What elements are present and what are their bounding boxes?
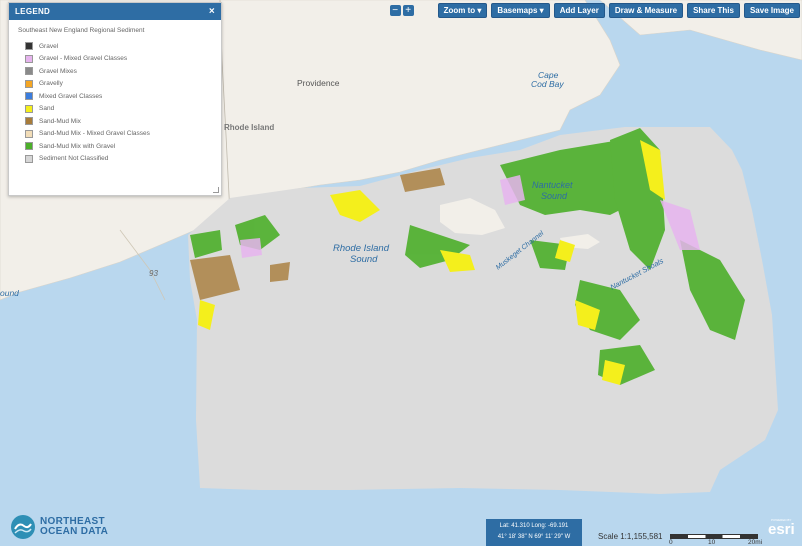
legend-item-label: Gravel <box>39 42 59 50</box>
add-layer-button[interactable]: Add Layer <box>553 3 605 18</box>
legend-item: Sediment Not Classified <box>25 153 221 166</box>
scale-tick-20: 20mi <box>748 539 763 546</box>
save-image-button[interactable]: Save Image <box>743 3 800 18</box>
wave-logo-icon <box>11 515 35 539</box>
brand-line2: OCEAN DATA <box>40 526 109 537</box>
label-nantucket-sound-2: Sound <box>541 191 568 201</box>
label-ri-sound-2: Sound <box>350 254 378 265</box>
basemaps-button[interactable]: Basemaps ▾ <box>491 3 550 18</box>
zoom-in-button[interactable]: + <box>402 5 414 16</box>
coords-decimal: Lat: 41.310 Long: -69.191 <box>499 523 569 529</box>
close-icon[interactable]: × <box>209 6 215 17</box>
legend-swatch <box>25 117 33 126</box>
legend-swatch <box>25 92 33 101</box>
scale-label: Scale 1:1,155,581 <box>598 532 663 541</box>
legend-item: Gravelly <box>25 78 221 91</box>
legend-item: Mixed Gravel Classes <box>25 90 221 103</box>
share-button[interactable]: Share This <box>687 3 740 18</box>
legend-header: LEGEND × <box>9 3 221 20</box>
legend-item-label: Gravel - Mixed Gravel Classes <box>39 55 128 63</box>
legend-item: Gravel Mixes <box>25 65 221 78</box>
legend-item: Sand-Mud Mix - Mixed Gravel Classes <box>25 128 221 141</box>
legend-item-label: Mixed Gravel Classes <box>39 92 103 100</box>
label-cape-cod-bay-2: Cod Bay <box>531 79 564 89</box>
coords-dms: 41° 18' 38" N 69° 11' 29" W <box>497 534 571 540</box>
zoom-controls: − + <box>389 5 414 16</box>
label-rhode-island: Rhode Island <box>224 123 274 132</box>
legend-swatch <box>25 154 33 163</box>
legend-item-label: Sand <box>39 105 55 113</box>
legend-item: Sand <box>25 103 221 116</box>
legend-swatch <box>25 67 33 76</box>
coordinate-readout: Lat: 41.310 Long: -69.191 41° 18' 38" N … <box>486 519 582 546</box>
draw-measure-button[interactable]: Draw & Measure <box>608 3 684 18</box>
legend-item: Gravel - Mixed Gravel Classes <box>25 53 221 66</box>
legend-item-label: Sediment Not Classified <box>39 155 109 163</box>
legend-swatch <box>25 54 33 63</box>
label-nantucket-sound-1: Nantucket <box>532 180 573 190</box>
esri-logo: esri <box>768 521 795 538</box>
legend-panel: LEGEND × Southeast New England Regional … <box>8 2 222 196</box>
legend-item-label: Sand-Mud Mix - Mixed Gravel Classes <box>39 130 150 138</box>
legend-swatch <box>25 142 33 151</box>
legend-item-label: Gravel Mixes <box>39 67 77 75</box>
legend-item-label: Gravelly <box>39 80 63 88</box>
toolbar: − + Zoom to ▾ Basemaps ▾ Add Layer Draw … <box>389 3 800 18</box>
legend-item: Gravel <box>25 40 221 53</box>
scale-tick-10: 10 <box>708 539 716 546</box>
legend-title: LEGEND <box>15 7 51 16</box>
legend-swatch <box>25 42 33 51</box>
legend-swatch <box>25 104 33 113</box>
legend-subtitle: Southeast New England Regional Sediment <box>18 27 145 34</box>
zoom-to-button[interactable]: Zoom to ▾ <box>437 3 488 18</box>
legend-list: Gravel Gravel - Mixed Gravel Classes Grave… <box>9 40 221 165</box>
zoom-out-button[interactable]: − <box>389 5 401 16</box>
label-ri-sound-1: Rhode Island <box>333 243 390 254</box>
legend-item: Sand-Mud Mix with Gravel <box>25 140 221 153</box>
legend-swatch <box>25 129 33 138</box>
scale-tick-0: 0 <box>669 539 673 546</box>
label-providence: Providence <box>297 78 340 88</box>
brand-text: NORTHEAST OCEAN DATA <box>40 517 108 537</box>
legend-item-label: Sand-Mud Mix with Gravel <box>39 142 116 150</box>
brand-logo[interactable]: NORTHEAST OCEAN DATA <box>10 514 108 540</box>
legend-item: Sand-Mud Mix <box>25 115 221 128</box>
label-sound-left: ound <box>0 288 19 298</box>
legend-item-label: Sand-Mud Mix <box>39 117 81 125</box>
label-route: 93 <box>149 269 158 278</box>
resize-handle[interactable] <box>213 187 219 193</box>
legend-swatch <box>25 79 33 88</box>
